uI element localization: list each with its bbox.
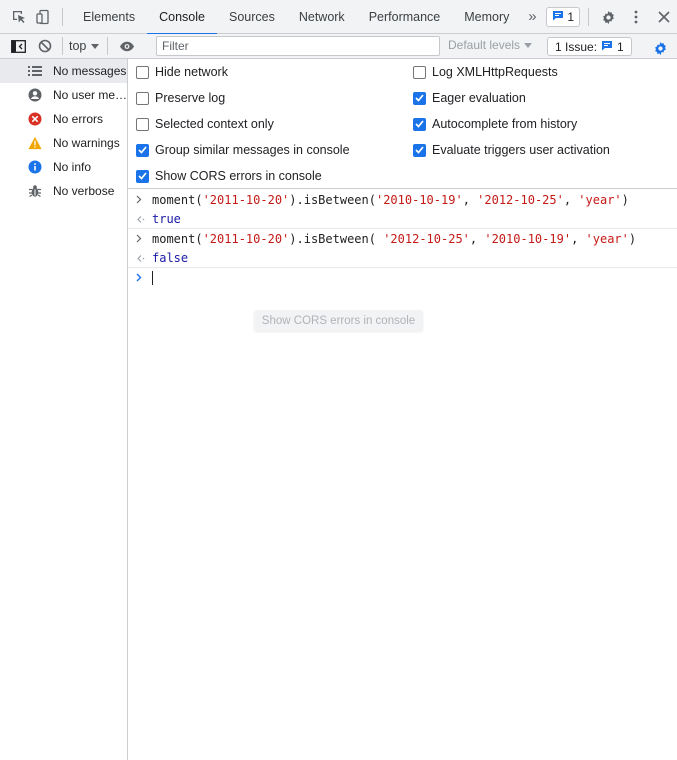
dropdown-arrow-icon	[524, 38, 533, 52]
more-tabs-button[interactable]: »	[521, 0, 543, 34]
show-cors-errors-option[interactable]: Show CORS errors in console	[136, 163, 322, 189]
tooltip: Show CORS errors in console	[254, 310, 423, 331]
sidebar-item-errors[interactable]: No errors	[0, 107, 127, 131]
toolbar-divider	[62, 7, 63, 26]
device-toolbar-icon[interactable]	[32, 6, 54, 28]
live-expression-eye-icon[interactable]	[116, 35, 138, 57]
tab-console[interactable]: Console	[147, 0, 217, 35]
console-prompt-line[interactable]	[128, 268, 677, 288]
autocomplete-history-option[interactable]: Autocomplete from history	[413, 111, 577, 137]
close-icon[interactable]	[653, 6, 675, 28]
console-settings-panel: Hide network Preserve log Selected conte…	[128, 59, 677, 189]
toolbar-divider	[107, 37, 109, 55]
warning-icon	[28, 136, 42, 150]
checkbox-log-xhr[interactable]	[413, 65, 426, 79]
tabbar-right-controls: 1	[546, 0, 677, 34]
console-sidebar: No messages No user me… No errors No war…	[0, 59, 128, 760]
text-cursor	[152, 270, 153, 285]
checkbox-evaluate-triggers-activation[interactable]	[413, 143, 426, 157]
clear-console-icon[interactable]	[34, 35, 56, 57]
eager-evaluation-option[interactable]: Eager evaluation	[413, 85, 526, 111]
checkbox-preserve-log[interactable]	[136, 91, 149, 105]
console-input-line: moment('2011-10-20').isBetween('2010-10-…	[128, 190, 677, 210]
checkbox-hide-network[interactable]	[136, 65, 149, 79]
hide-network-option[interactable]: Hide network	[136, 59, 228, 85]
console-toolbar: top Default levels 1 Issue: 1	[0, 34, 677, 59]
more-options-icon[interactable]	[625, 6, 647, 28]
input-chevron-icon	[136, 190, 142, 210]
dropdown-arrow-icon	[91, 39, 100, 53]
sidebar-item-user-messages[interactable]: No user me…	[0, 83, 127, 107]
console-result-line: true	[128, 210, 677, 230]
console-output[interactable]: moment('2011-10-20').isBetween('2010-10-…	[128, 190, 677, 288]
tab-sources[interactable]: Sources	[217, 0, 287, 34]
checkbox-selected-context-only[interactable]	[136, 117, 149, 131]
tab-network[interactable]: Network	[287, 0, 357, 34]
filter-input[interactable]	[156, 36, 440, 56]
checkbox-group-similar[interactable]	[136, 143, 149, 157]
output-arrow-icon	[136, 249, 145, 269]
settings-gear-icon[interactable]	[597, 6, 619, 28]
selected-context-only-option[interactable]: Selected context only	[136, 111, 274, 137]
info-icon	[28, 160, 42, 174]
context-selector[interactable]: top	[69, 39, 100, 53]
preserve-log-option[interactable]: Preserve log	[136, 85, 225, 111]
console-settings-gear-icon[interactable]	[649, 37, 671, 59]
group-similar-option[interactable]: Group similar messages in console	[136, 137, 350, 163]
toolbar-divider	[588, 8, 589, 26]
checkbox-autocomplete-history[interactable]	[413, 117, 426, 131]
sidebar-item-warnings[interactable]: No warnings	[0, 131, 127, 155]
issues-button[interactable]: 1 Issue: 1	[547, 37, 632, 56]
checkbox-eager-evaluation[interactable]	[413, 91, 426, 105]
inspect-element-icon[interactable]	[8, 6, 30, 28]
bug-icon	[28, 184, 42, 198]
toolbar-divider	[62, 37, 63, 55]
console-result-line: false	[128, 249, 677, 269]
log-xhr-option[interactable]: Log XMLHttpRequests	[413, 59, 558, 85]
sidebar-item-verbose[interactable]: No verbose	[0, 179, 127, 203]
message-icon	[552, 10, 564, 24]
output-arrow-icon	[136, 210, 145, 230]
devtools-tabbar: Elements Console Sources Network Perform…	[0, 0, 677, 35]
tab-memory[interactable]: Memory	[452, 0, 521, 34]
input-chevron-icon	[136, 229, 142, 249]
prompt-chevron-icon	[136, 268, 142, 288]
user-icon	[28, 88, 42, 102]
evaluate-triggers-activation-option[interactable]: Evaluate triggers user activation	[413, 137, 610, 163]
messages-badge[interactable]: 1	[546, 7, 580, 27]
log-levels-dropdown[interactable]: Default levels	[448, 38, 533, 52]
tab-elements[interactable]: Elements	[71, 0, 147, 34]
sidebar-item-info[interactable]: No info	[0, 155, 127, 179]
checkbox-show-cors-errors[interactable]	[136, 169, 149, 183]
message-icon	[601, 40, 613, 54]
console-input-line: moment('2011-10-20').isBetween( '2012-10…	[128, 229, 677, 249]
sidebar-toggle-icon[interactable]	[7, 35, 29, 57]
error-icon	[28, 112, 42, 126]
sidebar-item-messages[interactable]: No messages	[0, 59, 127, 83]
list-icon	[28, 64, 42, 78]
tab-performance[interactable]: Performance	[357, 0, 453, 34]
